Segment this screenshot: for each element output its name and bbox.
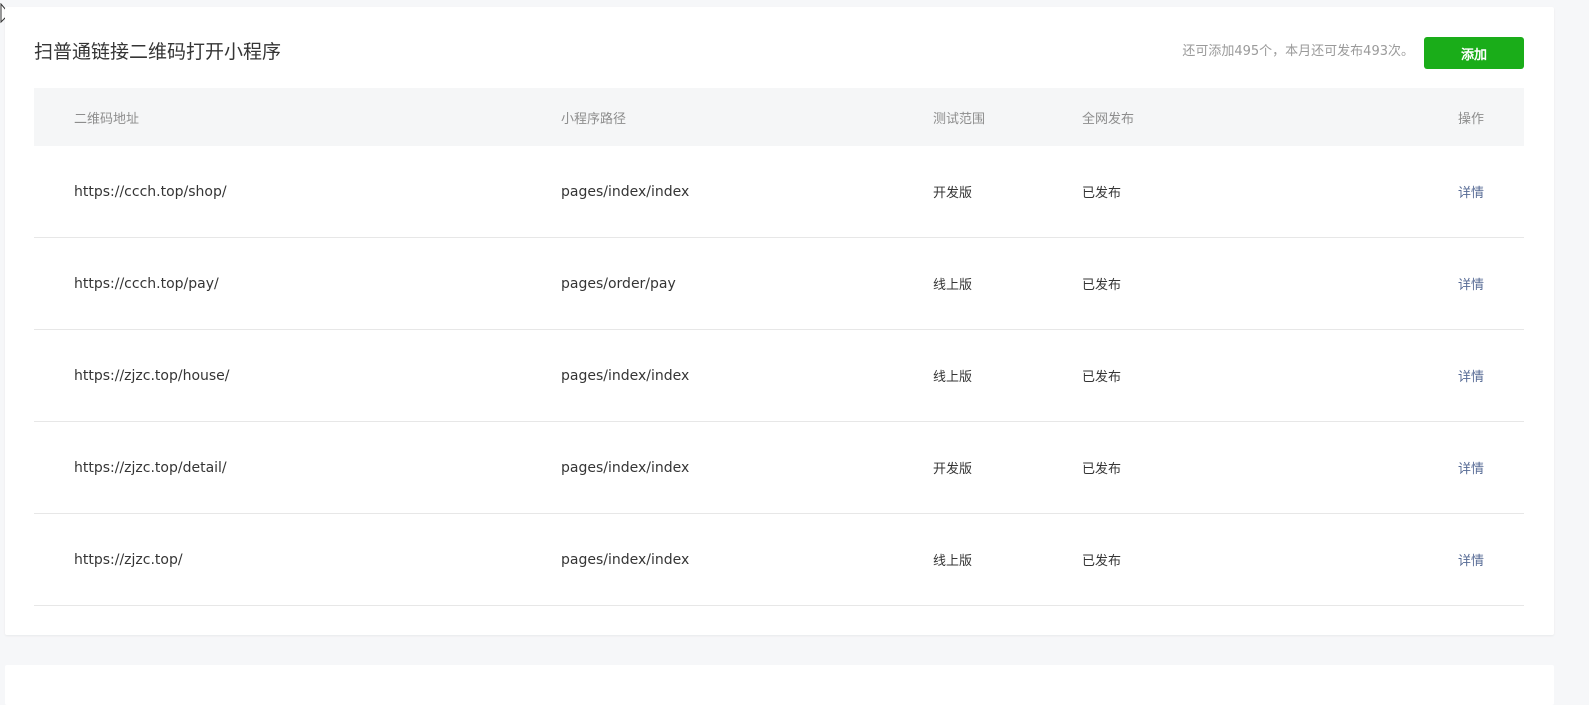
path-cell: pages/order/pay (561, 275, 676, 292)
table-row: https://zjzc.top/ pages/index/index 线上版 … (34, 514, 1524, 606)
qr-url-cell: https://zjzc.top/detail/ (74, 459, 227, 476)
path-cell: pages/index/index (561, 459, 690, 476)
section-title: 扫普通链接二维码打开小程序 (34, 41, 282, 63)
detail-link[interactable]: 详情 (1458, 550, 1484, 569)
header-path: 小程序路径 (561, 111, 627, 127)
publish-status-cell: 已发布 (1082, 278, 1122, 293)
header-action: 操作 (1458, 111, 1485, 127)
header-test-scope: 测试范围 (933, 111, 986, 127)
qr-url-cell: https://zjzc.top/ (74, 551, 183, 568)
test-scope-cell: 开发版 (933, 462, 973, 477)
test-scope-cell: 线上版 (933, 370, 973, 385)
detail-link[interactable]: 详情 (1458, 458, 1484, 477)
quota-text: 还可添加495个，本月还可发布493次。 (1182, 44, 1414, 59)
test-scope-cell: 开发版 (933, 186, 973, 201)
table-row: https://ccch.top/shop/ pages/index/index… (34, 146, 1524, 238)
qr-url-cell: https://ccch.top/pay/ (74, 275, 219, 292)
path-cell: pages/index/index (561, 551, 690, 568)
header-publish: 全网发布 (1082, 111, 1135, 127)
add-button[interactable]: 添加 (1424, 37, 1524, 69)
next-panel (5, 665, 1554, 705)
publish-status-cell: 已发布 (1082, 554, 1122, 569)
qr-url-cell: https://ccch.top/shop/ (74, 183, 227, 200)
publish-status-cell: 已发布 (1082, 370, 1122, 385)
detail-link[interactable]: 详情 (1458, 366, 1484, 385)
header-qr-url: 二维码地址 (74, 111, 140, 127)
table-row: https://zjzc.top/detail/ pages/index/ind… (34, 422, 1524, 514)
table-row: https://ccch.top/pay/ pages/order/pay 线上… (34, 238, 1524, 330)
table-header: 二维码地址 小程序路径 测试范围 全网发布 操作 (34, 88, 1524, 146)
publish-status-cell: 已发布 (1082, 462, 1122, 477)
qr-url-cell: https://zjzc.top/house/ (74, 367, 230, 384)
qr-link-table: 二维码地址 小程序路径 测试范围 全网发布 操作 https://ccch.to… (34, 88, 1524, 606)
detail-link[interactable]: 详情 (1458, 274, 1484, 293)
qr-link-panel: 扫普通链接二维码打开小程序 还可添加495个，本月还可发布493次。 添加 二维… (5, 7, 1554, 635)
test-scope-cell: 线上版 (933, 278, 973, 293)
test-scope-cell: 线上版 (933, 554, 973, 569)
detail-link[interactable]: 详情 (1458, 182, 1484, 201)
path-cell: pages/index/index (561, 183, 690, 200)
table-row: https://zjzc.top/house/ pages/index/inde… (34, 330, 1524, 422)
path-cell: pages/index/index (561, 367, 690, 384)
publish-status-cell: 已发布 (1082, 186, 1122, 201)
